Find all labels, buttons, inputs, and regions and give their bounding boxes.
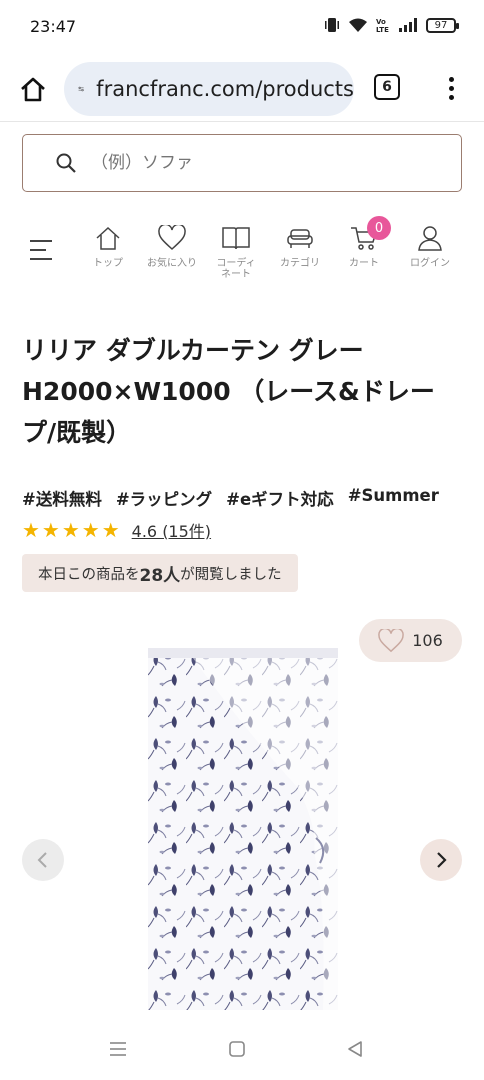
- book-icon: [222, 227, 250, 250]
- tab-switcher-button[interactable]: 6: [374, 74, 400, 100]
- wifi-icon: [349, 18, 367, 32]
- tag-summer[interactable]: #Summer: [348, 486, 439, 510]
- svg-text:LTE: LTE: [376, 26, 389, 33]
- svg-text:Vo: Vo: [376, 18, 386, 26]
- tag-wrapping[interactable]: #ラッピング: [116, 486, 212, 510]
- site-search[interactable]: [22, 134, 462, 192]
- home-icon: [21, 77, 45, 102]
- chevron-right-icon: [437, 852, 447, 868]
- rating-stars-icon: ★★★★★: [22, 518, 122, 542]
- url-text: francfranc.com/products: [96, 77, 354, 101]
- nav-cart-label: カート: [349, 258, 379, 269]
- hamburger-menu-icon[interactable]: [30, 238, 54, 262]
- signal-icon: [399, 18, 417, 32]
- nav-login-label: ログイン: [410, 258, 450, 269]
- system-navigation-bar: [0, 1020, 484, 1080]
- browser-toolbar: francfranc.com/products 6: [0, 56, 484, 122]
- favorite-button[interactable]: 106: [359, 619, 462, 662]
- browser-home-button[interactable]: [14, 70, 52, 108]
- carousel-next-button[interactable]: [420, 839, 462, 881]
- system-home-button[interactable]: [228, 1040, 246, 1058]
- volte-icon: VoLTE: [376, 18, 389, 33]
- nav-top[interactable]: トップ: [76, 222, 140, 269]
- back-triangle-icon: [348, 1041, 362, 1057]
- nav-favorites-label: お気に入り: [147, 258, 197, 269]
- product-image: [148, 648, 338, 1010]
- nav-coordinate[interactable]: コーディ ネート: [204, 222, 268, 280]
- search-icon: [56, 153, 76, 173]
- viewed-today-badge: 本日この商品を 28人 が閲覧しました: [22, 554, 298, 592]
- status-bar: 23:47 Vo LTE 97: [0, 0, 484, 56]
- battery-level: 97: [434, 19, 448, 31]
- tag-free-shipping[interactable]: #送料無料: [22, 486, 102, 510]
- heart-icon: [378, 628, 404, 652]
- nav-top-label: トップ: [93, 258, 123, 269]
- battery-icon: 97: [426, 17, 459, 33]
- site-settings-icon: [78, 86, 84, 92]
- tab-count: 6: [382, 79, 392, 95]
- home-icon: [96, 226, 120, 250]
- nav-cart[interactable]: 0 カート: [332, 216, 396, 269]
- square-icon: [229, 1041, 245, 1057]
- menu-icon: [110, 1042, 126, 1056]
- chevron-left-icon: [37, 852, 47, 868]
- favorite-count: 106: [412, 631, 443, 650]
- nav-category-label: カテゴリ: [280, 258, 320, 269]
- product-rating: ★★★★★ 4.6 (15件): [22, 518, 211, 542]
- nav-category[interactable]: カテゴリ: [268, 222, 332, 269]
- vibrate-icon: [325, 18, 339, 32]
- search-input[interactable]: [91, 153, 391, 173]
- product-tags: #送料無料 #ラッピング #eギフト対応 #Summer: [22, 486, 439, 510]
- recent-apps-button[interactable]: [108, 1040, 128, 1058]
- user-icon: [418, 226, 442, 251]
- nav-login[interactable]: ログイン: [398, 222, 462, 269]
- address-bar[interactable]: francfranc.com/products: [64, 62, 354, 116]
- tag-egift[interactable]: #eギフト対応: [226, 486, 334, 510]
- cart-count-badge: 0: [367, 216, 391, 240]
- heart-icon: [158, 225, 186, 251]
- rating-link[interactable]: 4.6 (15件): [132, 518, 211, 542]
- product-title: リリア ダブルカーテン グレー H2000×W1000 （レース&ドレープ/既製…: [22, 336, 435, 447]
- status-icons: Vo LTE 97: [324, 17, 459, 33]
- carousel-prev-button[interactable]: [22, 839, 64, 881]
- viewed-count: 28人: [139, 565, 181, 586]
- status-time: 23:47: [30, 17, 77, 36]
- nav-coordinate-label: コーディ ネート: [216, 258, 256, 280]
- nav-favorites[interactable]: お気に入り: [140, 222, 204, 269]
- system-back-button[interactable]: [346, 1040, 364, 1058]
- browser-menu-button[interactable]: [440, 70, 462, 106]
- sofa-icon: [287, 229, 313, 248]
